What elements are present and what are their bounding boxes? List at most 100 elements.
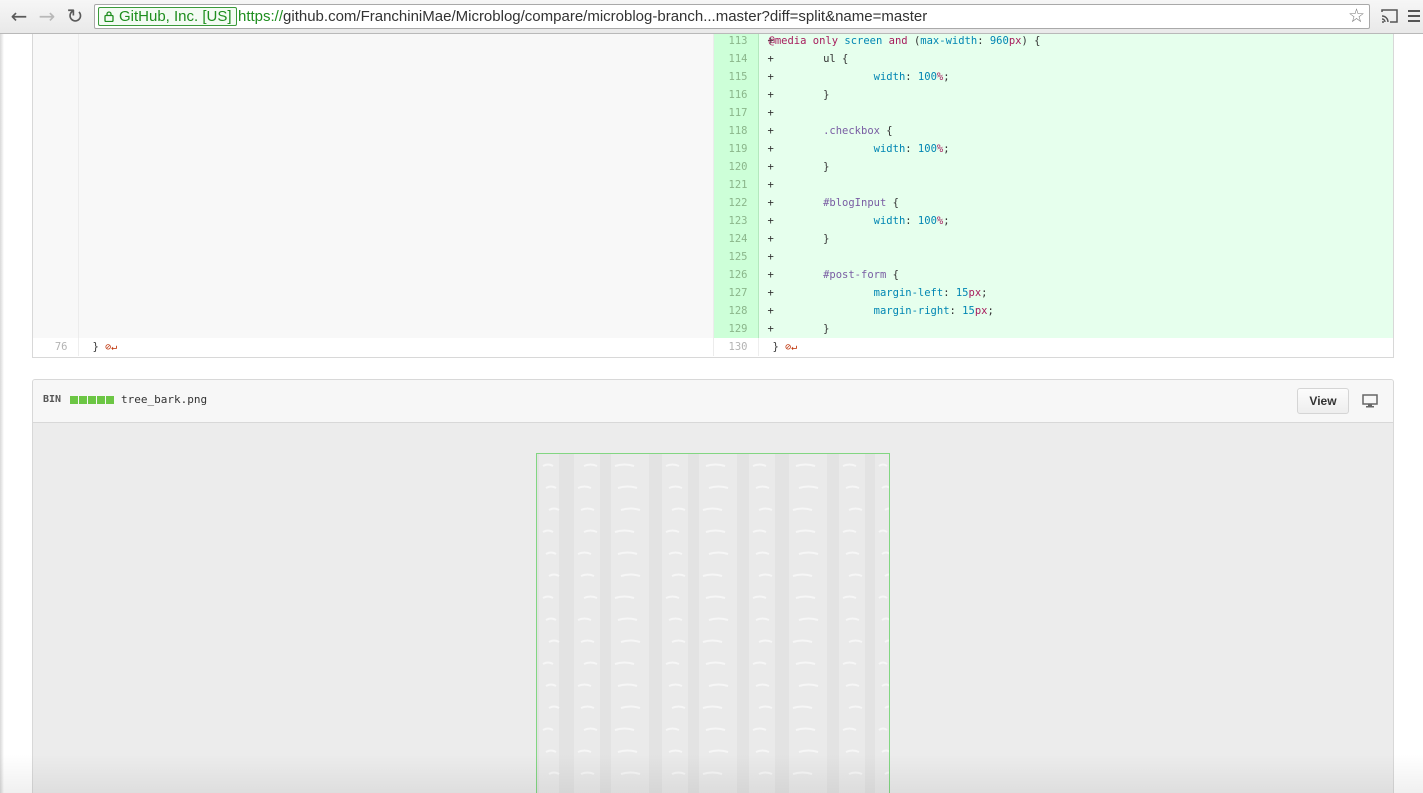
left-code-cell <box>78 248 714 266</box>
added-marker: + <box>767 107 774 119</box>
right-line-number[interactable]: 118 <box>713 122 759 140</box>
cast-icon[interactable] <box>1380 8 1399 24</box>
right-line-number[interactable]: 113 <box>713 34 759 50</box>
left-code-cell <box>78 230 714 248</box>
right-line-number[interactable]: 124 <box>713 230 759 248</box>
added-code-line: + ul { <box>758 50 1393 68</box>
right-line-number[interactable]: 130 <box>713 338 759 356</box>
url-text[interactable]: https://github.com/FranchiniMae/Microblo… <box>238 8 927 26</box>
left-line-number[interactable]: 76 <box>33 338 79 356</box>
right-line-number[interactable]: 119 <box>713 140 759 158</box>
diff-row: 123 + width: 100%; <box>33 212 1393 230</box>
address-bar[interactable]: GitHub, Inc. [US] https://github.com/Fra… <box>94 4 1370 29</box>
diff-row: 127 + margin-left: 15px; <box>33 284 1393 302</box>
diffstat-block <box>70 396 78 404</box>
added-code-line: + width: 100%; <box>758 212 1393 230</box>
code-text: margin-left: 15px; <box>873 287 988 299</box>
right-line-number[interactable]: 128 <box>713 302 759 320</box>
forward-arrow-icon[interactable]: → <box>36 5 58 27</box>
reload-icon[interactable]: ↻ <box>64 5 86 27</box>
left-line-number <box>33 266 79 284</box>
tree-bark-image <box>539 454 889 793</box>
added-code-line: + <box>758 104 1393 122</box>
left-code-cell <box>78 104 714 122</box>
right-line-number[interactable]: 129 <box>713 320 759 338</box>
right-line-number[interactable]: 115 <box>713 68 759 86</box>
added-marker: + <box>767 179 774 191</box>
added-marker: + <box>767 233 774 245</box>
code-text: } <box>772 161 830 173</box>
right-line-number[interactable]: 117 <box>713 104 759 122</box>
split-diff-view: 113 +@media only screen and (max-width: 9… <box>32 34 1394 358</box>
context-code-line: } ⊘↵ <box>78 338 714 356</box>
code-text: } <box>772 233 830 245</box>
right-line-number[interactable]: 122 <box>713 194 759 212</box>
diff-table: 113 +@media only screen and (max-width: 9… <box>33 34 1393 356</box>
right-line-number[interactable]: 126 <box>713 266 759 284</box>
diff-row: 121 + <box>33 176 1393 194</box>
right-line-number[interactable]: 114 <box>713 50 759 68</box>
diff-row: 118 + .checkbox { <box>33 122 1393 140</box>
right-line-number[interactable]: 121 <box>713 176 759 194</box>
no-newline-icon: ⊘↵ <box>105 342 118 353</box>
left-code-cell <box>78 320 714 338</box>
left-code-cell <box>78 176 714 194</box>
display-icon[interactable] <box>1362 394 1378 408</box>
diff-row: 114 + ul { <box>33 50 1393 68</box>
right-line-number[interactable]: 123 <box>713 212 759 230</box>
bark-trunk <box>611 454 649 793</box>
code-text: .checkbox { <box>823 125 893 137</box>
added-code-line: + <box>758 248 1393 266</box>
bark-trunk <box>789 454 827 793</box>
bark-trunk <box>875 454 889 793</box>
left-line-number <box>33 320 79 338</box>
added-marker: + <box>767 35 774 47</box>
ev-certificate-badge[interactable]: GitHub, Inc. [US] <box>98 7 237 26</box>
diff-row: 122 + #blogInput { <box>33 194 1393 212</box>
added-code-line: + } <box>758 230 1393 248</box>
left-line-number <box>33 158 79 176</box>
right-line-number[interactable]: 127 <box>713 284 759 302</box>
left-code-cell <box>78 86 714 104</box>
github-compare-page: 113 +@media only screen and (max-width: 9… <box>0 34 1423 793</box>
bark-trunk <box>699 454 737 793</box>
left-code-cell <box>78 266 714 284</box>
left-line-number <box>33 34 79 50</box>
diffstat-block <box>79 396 87 404</box>
left-code-cell <box>78 194 714 212</box>
added-code-line: + <box>758 176 1393 194</box>
added-code-line: + width: 100%; <box>758 68 1393 86</box>
bark-trunk <box>749 454 775 793</box>
view-file-button[interactable]: View <box>1297 388 1349 414</box>
right-line-number[interactable]: 125 <box>713 248 759 266</box>
back-arrow-icon[interactable]: ← <box>8 5 30 27</box>
diff-row: 126 + #post-form { <box>33 266 1393 284</box>
diff-row: 120 + } <box>33 158 1393 176</box>
url-path: github.com/FranchiniMae/Microblog/compar… <box>283 8 928 25</box>
diff-row: 116 + } <box>33 86 1393 104</box>
code-text: } <box>772 89 830 101</box>
added-marker: + <box>767 215 774 227</box>
left-code-cell <box>78 158 714 176</box>
added-code-line: +@media only screen and (max-width: 960p… <box>758 34 1393 50</box>
code-text: } <box>772 323 830 335</box>
right-line-number[interactable]: 116 <box>713 86 759 104</box>
image-preview <box>536 453 890 793</box>
added-marker: + <box>767 287 774 299</box>
code-text: margin-right: 15px; <box>873 305 994 317</box>
left-line-number <box>33 194 79 212</box>
file-name-link[interactable]: tree_bark.png <box>121 393 207 406</box>
left-line-number <box>33 122 79 140</box>
diff-row: 119 + width: 100%; <box>33 140 1393 158</box>
star-icon[interactable]: ☆ <box>1348 6 1365 27</box>
added-code-line: + } <box>758 158 1393 176</box>
diff-row: 117 + <box>33 104 1393 122</box>
left-line-number <box>33 302 79 320</box>
left-code-cell <box>78 122 714 140</box>
browser-toolbar: ← → ↻ GitHub, Inc. [US] https://github.c… <box>0 0 1423 34</box>
added-marker: + <box>767 251 774 263</box>
diffstat-block <box>106 396 114 404</box>
menu-icon[interactable] <box>1407 6 1421 26</box>
left-code-cell <box>78 34 714 50</box>
right-line-number[interactable]: 120 <box>713 158 759 176</box>
